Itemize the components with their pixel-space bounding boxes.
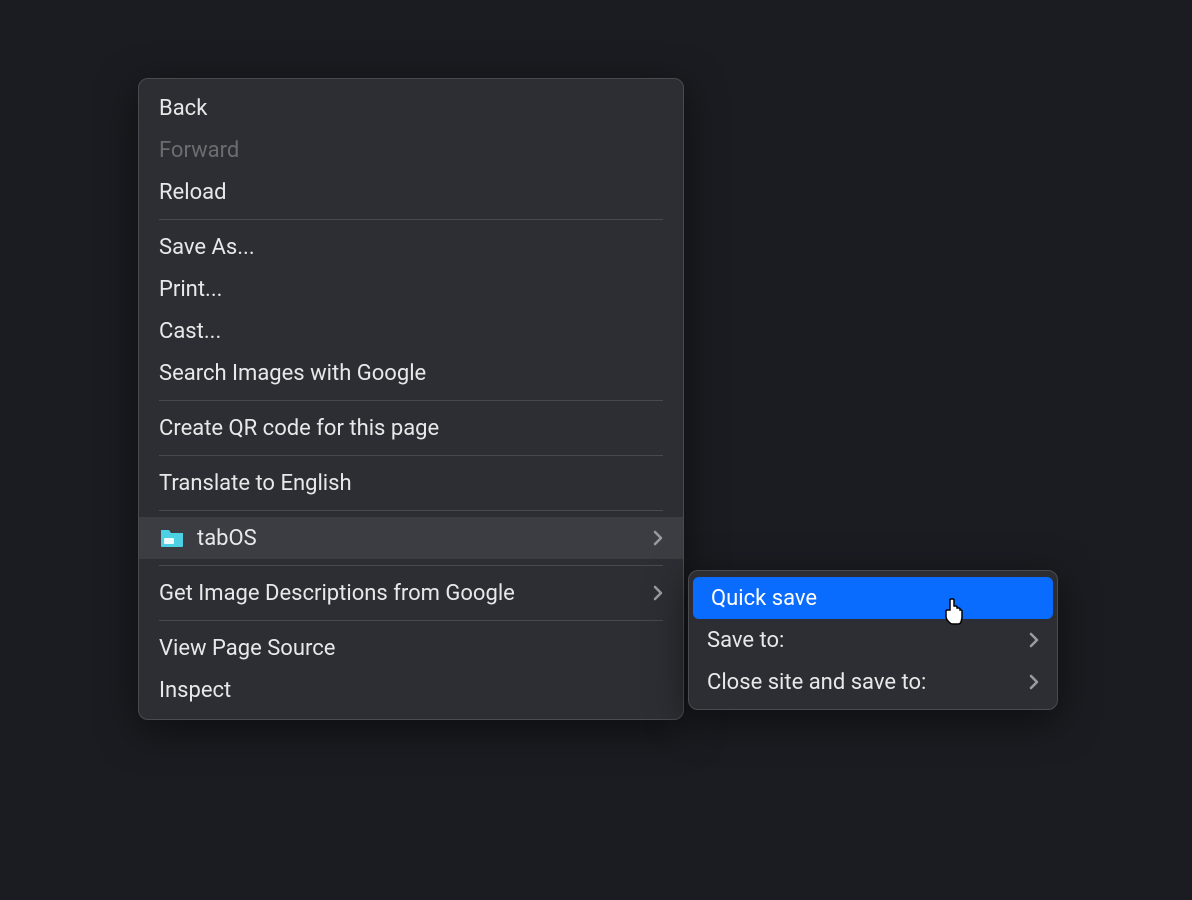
chevron-right-icon <box>1029 674 1039 690</box>
menu-item-translate[interactable]: Translate to English <box>139 462 683 504</box>
menu-item-search-images[interactable]: Search Images with Google <box>139 352 683 394</box>
submenu-tabos: Quick save Save to: Close site and save … <box>688 570 1058 710</box>
menu-item-label: View Page Source <box>159 636 663 661</box>
submenu-item-quick-save[interactable]: Quick save <box>693 577 1053 619</box>
menu-item-label: Search Images with Google <box>159 361 663 386</box>
menu-separator <box>159 455 663 456</box>
folder-icon <box>159 527 185 549</box>
chevron-right-icon <box>653 585 663 601</box>
menu-item-reload[interactable]: Reload <box>139 171 683 213</box>
menu-item-view-source[interactable]: View Page Source <box>139 627 683 669</box>
menu-item-label: tabOS <box>197 526 653 551</box>
menu-item-label: Save to: <box>707 628 1029 653</box>
menu-item-back[interactable]: Back <box>139 87 683 129</box>
menu-item-label: Close site and save to: <box>707 670 1029 695</box>
menu-item-label: Quick save <box>711 586 1035 611</box>
menu-item-label: Cast... <box>159 319 663 344</box>
chevron-right-icon <box>1029 632 1039 648</box>
menu-item-label: Create QR code for this page <box>159 416 663 441</box>
submenu-item-close-save-to[interactable]: Close site and save to: <box>689 661 1057 703</box>
menu-item-tabos[interactable]: tabOS <box>139 517 683 559</box>
menu-item-print[interactable]: Print... <box>139 268 683 310</box>
submenu-item-save-to[interactable]: Save to: <box>689 619 1057 661</box>
menu-item-cast[interactable]: Cast... <box>139 310 683 352</box>
menu-separator <box>159 620 663 621</box>
menu-item-create-qr[interactable]: Create QR code for this page <box>139 407 683 449</box>
menu-separator <box>159 400 663 401</box>
menu-item-label: Get Image Descriptions from Google <box>159 581 653 606</box>
menu-item-label: Reload <box>159 180 663 205</box>
menu-separator <box>159 565 663 566</box>
menu-item-label: Forward <box>159 138 663 163</box>
menu-separator <box>159 219 663 220</box>
menu-separator <box>159 510 663 511</box>
menu-item-inspect[interactable]: Inspect <box>139 669 683 711</box>
menu-item-label: Translate to English <box>159 471 663 496</box>
menu-item-image-descriptions[interactable]: Get Image Descriptions from Google <box>139 572 683 614</box>
menu-item-save-as[interactable]: Save As... <box>139 226 683 268</box>
menu-item-label: Save As... <box>159 235 663 260</box>
menu-item-forward: Forward <box>139 129 683 171</box>
menu-item-label: Back <box>159 96 663 121</box>
context-menu: Back Forward Reload Save As... Print... … <box>138 78 684 720</box>
menu-item-label: Print... <box>159 277 663 302</box>
chevron-right-icon <box>653 530 663 546</box>
menu-item-label: Inspect <box>159 678 663 703</box>
